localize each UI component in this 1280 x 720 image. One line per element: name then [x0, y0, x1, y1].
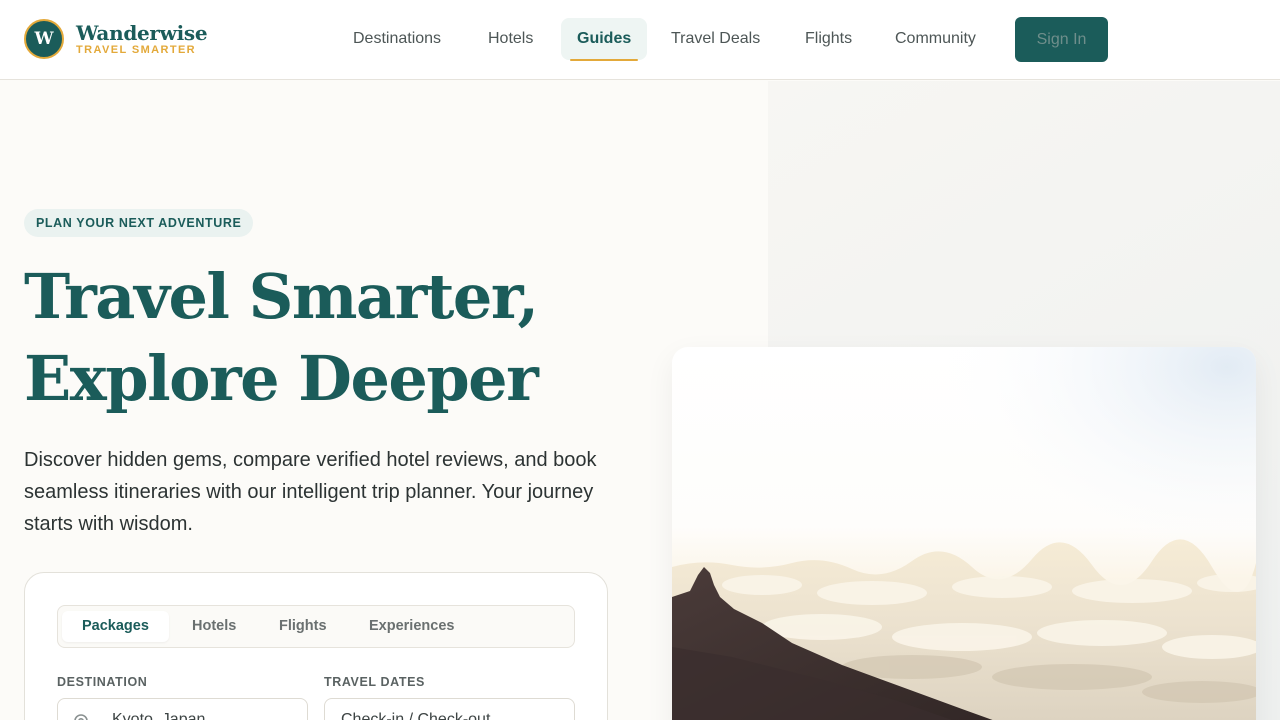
nav-guides[interactable]: Guides — [561, 18, 648, 61]
nav-destinations[interactable]: Destinations — [337, 18, 457, 60]
tab-packages[interactable]: Packages — [62, 611, 169, 642]
nav-community[interactable]: Community — [879, 18, 992, 60]
nav-travel-deals[interactable]: Travel Deals — [655, 18, 776, 60]
destination-label: DESTINATION — [57, 675, 148, 689]
logo-badge: W — [24, 19, 64, 59]
tab-flights[interactable]: Flights — [259, 611, 347, 642]
brand-tagline: TRAVEL SMARTER — [76, 43, 197, 56]
search-tabs: Packages Hotels Flights Experiences — [57, 605, 575, 648]
hero-eyebrow: PLAN YOUR NEXT ADVENTURE — [24, 209, 254, 237]
nav-hotels[interactable]: Hotels — [472, 18, 549, 60]
hero-headline: Travel Smarter, Explore Deeper — [24, 256, 664, 420]
tab-hotels[interactable]: Hotels — [172, 611, 256, 642]
destination-value: Kyoto, Japan — [112, 711, 206, 720]
hero-headline-line-2: Explore Deeper — [24, 342, 539, 415]
sign-in-button[interactable]: Sign In — [1015, 17, 1108, 62]
search-card: Packages Hotels Flights Experiences DEST… — [24, 572, 608, 720]
travel-dates-value: Check-in / Check-out — [341, 711, 491, 720]
hero-headline-line-1: Travel Smarter, — [24, 260, 539, 333]
hero-mountain-photo — [672, 347, 1256, 720]
site-header: W Wanderwise TRAVEL SMARTER Destinations… — [0, 0, 1280, 80]
map-pin-icon — [74, 714, 88, 720]
destination-field[interactable]: Kyoto, Japan — [57, 698, 308, 720]
brand-name: Wanderwise — [76, 20, 208, 45]
hero-subtitle: Discover hidden gems, compare verified h… — [24, 449, 597, 535]
travel-dates-label: TRAVEL DATES — [324, 675, 425, 689]
tab-experiences[interactable]: Experiences — [349, 611, 474, 642]
brand-logo[interactable]: W Wanderwise TRAVEL SMARTER — [24, 19, 208, 59]
nav-flights[interactable]: Flights — [789, 18, 868, 60]
travel-dates-field[interactable]: Check-in / Check-out — [324, 698, 575, 720]
